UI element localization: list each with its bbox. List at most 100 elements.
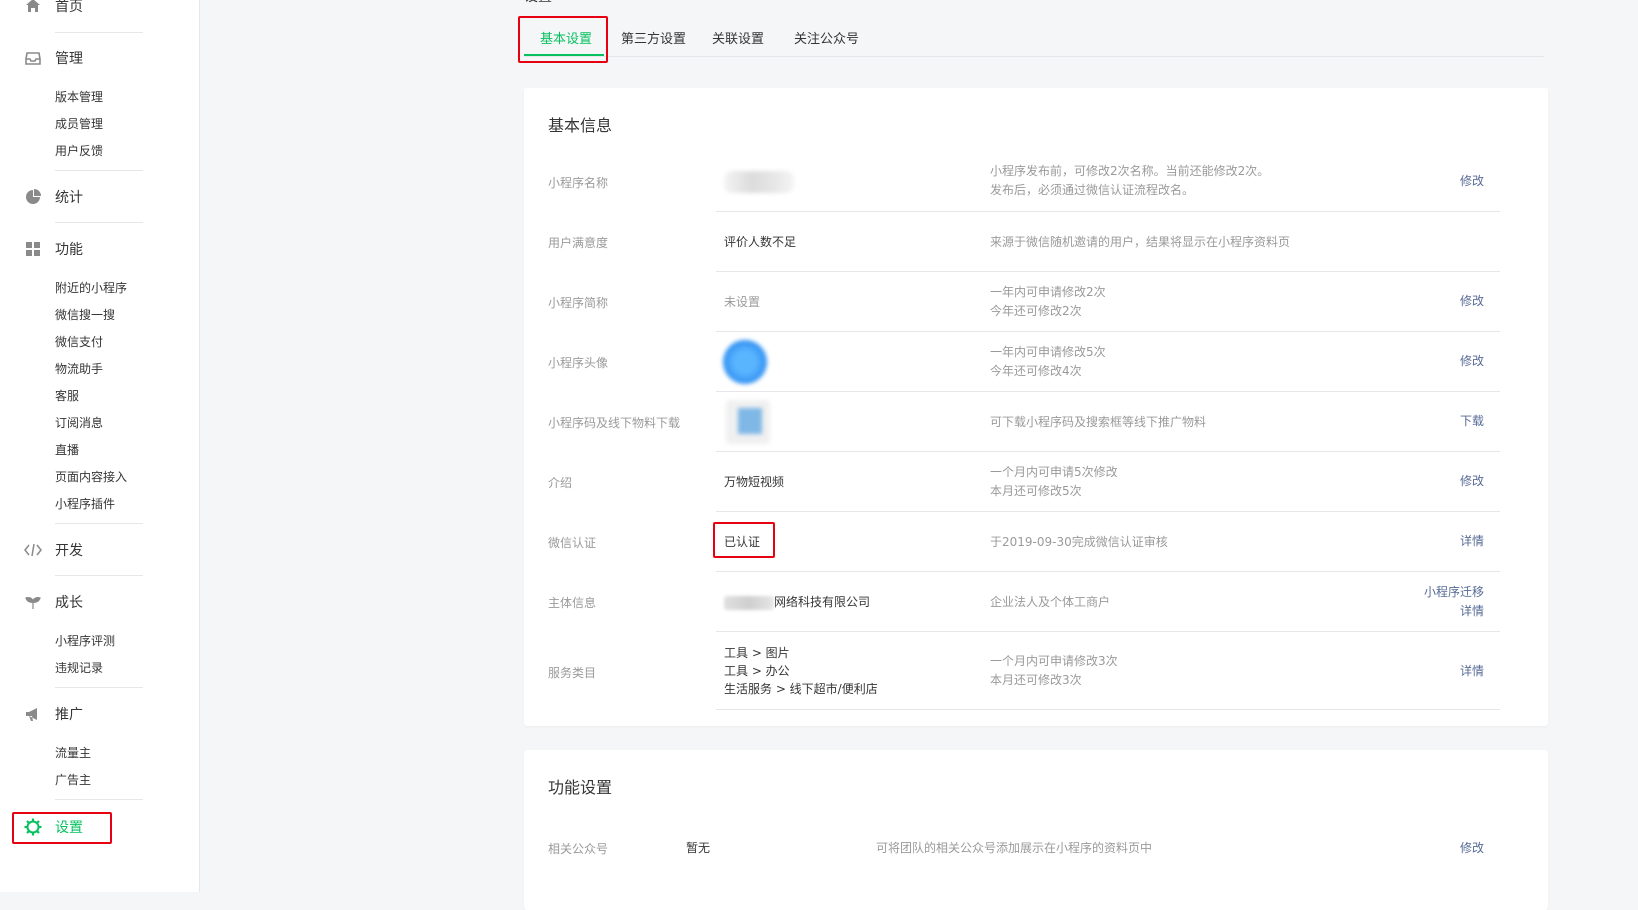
row-description: 一年内可申请修改2次 今年还可修改2次 [990,285,1106,318]
main-content: 设置 基本设置 第三方设置 关联设置 关注公众号 基本信息 小程序名称 小程序发… [200,0,1638,910]
sidebar-subitem-nearby[interactable]: 附近的小程序 [55,279,127,296]
sidebar-item-label: 统计 [55,190,83,206]
row-label: 小程序名称 [548,176,609,190]
categories-details-link[interactable]: 详情 [1460,662,1484,681]
sidebar-subitem-service[interactable]: 客服 [55,387,79,404]
basic-info-card: 基本信息 小程序名称 小程序发布前，可修改2次名称。当前还能修改2次。 发布后，… [524,88,1548,726]
blurred-company-prefix [724,595,774,610]
sidebar-subitem-traffic[interactable]: 流量主 [55,744,91,761]
edit-official-account-link[interactable]: 修改 [1460,839,1484,858]
divider [55,575,143,576]
sidebar-item-dev[interactable]: 开发 [0,530,200,570]
divider [55,32,143,33]
row-description: 一个月内可申请5次修改 本月还可修改5次 [990,465,1118,498]
row-description: 可下载小程序码及搜索框等线下推广物料 [990,415,1207,429]
sidebar-subitem-members[interactable]: 成员管理 [55,115,103,132]
row-value: 万物短视频 [724,475,785,489]
entity-details-link[interactable]: 详情 [1424,602,1484,621]
tab-association-settings[interactable]: 关联设置 [712,28,764,47]
sidebar-item-features[interactable]: 功能 [0,229,200,269]
tab-bar: 基本设置 第三方设置 关联设置 关注公众号 [524,20,1544,57]
row-description: 企业法人及个体工商户 [990,595,1111,609]
divider [55,687,143,688]
divider [55,222,143,223]
sidebar-subitem-version[interactable]: 版本管理 [55,88,103,105]
sidebar-item-stats[interactable]: 统计 [0,177,200,217]
divider [55,523,143,524]
sidebar-subitem-live[interactable]: 直播 [55,441,79,458]
sidebar-subitem-subscribe[interactable]: 订阅消息 [55,414,103,431]
info-row-categories: 服务类目 工具 > 图片 工具 > 办公 生活服务 > 线下超市/便利店 一个月… [548,632,1524,710]
feature-row-official-account: 相关公众号 暂无 可将团队的相关公众号添加展示在小程序的资料页中 修改 [548,830,1524,870]
info-row-name: 小程序名称 小程序发布前，可修改2次名称。当前还能修改2次。 发布后，必须通过微… [548,152,1524,212]
row-description: 来源于微信随机邀请的用户，结果将显示在小程序资料页 [990,235,1291,249]
category-item: 工具 > 图片 [724,646,790,660]
card-title: 功能设置 [548,778,613,797]
code-icon [24,541,42,559]
row-value: 未设置 [724,295,761,309]
edit-intro-link[interactable]: 修改 [1460,472,1484,491]
row-description: 小程序发布前，可修改2次名称。当前还能修改2次。 发布后，必须通过微信认证流程改… [990,164,1270,197]
pie-chart-icon [24,188,42,206]
info-row-verification: 微信认证 已认证 于2019-09-30完成微信认证审核 详情 [548,512,1524,572]
info-row-entity: 主体信息 网络科技有限公司 企业法人及个体工商户 小程序迁移 详情 [548,572,1524,632]
download-materials-link[interactable]: 下载 [1460,412,1484,431]
megaphone-icon [24,705,42,723]
sidebar-subitem-review[interactable]: 小程序评测 [55,632,115,649]
info-row-satisfaction: 用户满意度 评价人数不足 来源于微信随机邀请的用户，结果将显示在小程序资料页 [548,212,1524,272]
sidebar-subitem-search[interactable]: 微信搜一搜 [55,306,115,323]
sidebar: 首页 管理 版本管理 成员管理 用户反馈 统计 功能 附近的小程序 微信搜一搜 … [0,0,200,892]
sidebar-subitem-feedback[interactable]: 用户反馈 [55,142,103,159]
sidebar-item-label: 成长 [55,595,83,611]
category-item: 生活服务 > 线下超市/便利店 [724,682,878,696]
feature-settings-card: 功能设置 相关公众号 暂无 可将团队的相关公众号添加展示在小程序的资料页中 修改 [524,750,1548,910]
grid-icon [24,240,42,258]
home-icon [24,0,42,15]
sidebar-item-manage[interactable]: 管理 [0,38,200,78]
verification-details-link[interactable]: 详情 [1460,532,1484,551]
row-actions: 小程序迁移 详情 [1424,583,1484,621]
sidebar-item-promo[interactable]: 推广 [0,694,200,734]
sidebar-subitem-content[interactable]: 页面内容接入 [55,468,127,485]
row-label: 相关公众号 [548,842,609,856]
edit-short-name-link[interactable]: 修改 [1460,292,1484,311]
row-label: 小程序简称 [548,296,609,310]
divider [55,170,143,171]
row-value: 暂无 [686,841,711,855]
sidebar-subitem-pay[interactable]: 微信支付 [55,333,103,350]
sidebar-subitem-advertiser[interactable]: 广告主 [55,771,91,788]
row-label: 主体信息 [548,596,597,610]
sidebar-item-label: 开发 [55,543,83,559]
row-description: 于2019-09-30完成微信认证审核 [990,535,1168,549]
row-value: 网络科技有限公司 [724,593,870,611]
migrate-app-link[interactable]: 小程序迁移 [1424,583,1484,602]
info-row-intro: 介绍 万物短视频 一个月内可申请5次修改 本月还可修改5次 修改 [548,452,1524,512]
edit-avatar-link[interactable]: 修改 [1460,352,1484,371]
edit-name-link[interactable]: 修改 [1460,172,1484,191]
row-value: 评价人数不足 [724,235,797,249]
row-label: 介绍 [548,476,573,490]
sidebar-subitem-logistics[interactable]: 物流助手 [55,360,103,377]
divider [55,799,143,800]
row-label: 微信认证 [548,536,597,550]
sidebar-item-growth[interactable]: 成长 [0,582,200,622]
sidebar-subitem-violations[interactable]: 违规记录 [55,659,103,676]
info-row-avatar: 小程序头像 一年内可申请修改5次 今年还可修改4次 修改 [548,332,1524,392]
sidebar-subitem-plugins[interactable]: 小程序插件 [55,495,115,512]
sidebar-item-label: 设置 [55,820,83,836]
sidebar-item-home[interactable]: 首页 [0,0,200,26]
row-label: 小程序码及线下物料下载 [548,416,681,430]
page-title: 设置 [524,0,552,6]
tab-follow-official-account[interactable]: 关注公众号 [794,28,859,47]
tab-third-party-settings[interactable]: 第三方设置 [621,28,686,47]
category-item: 工具 > 办公 [724,664,790,678]
sidebar-item-settings[interactable]: 设置 [0,807,200,847]
tab-basic-settings[interactable]: 基本设置 [540,28,592,47]
sidebar-item-label: 管理 [55,51,83,67]
gear-icon [24,818,42,836]
row-label: 小程序头像 [548,356,609,370]
qrcode-thumbnail [726,400,770,444]
verification-status: 已认证 [724,535,761,549]
sidebar-item-label: 首页 [55,0,83,15]
row-label: 用户满意度 [548,236,609,250]
